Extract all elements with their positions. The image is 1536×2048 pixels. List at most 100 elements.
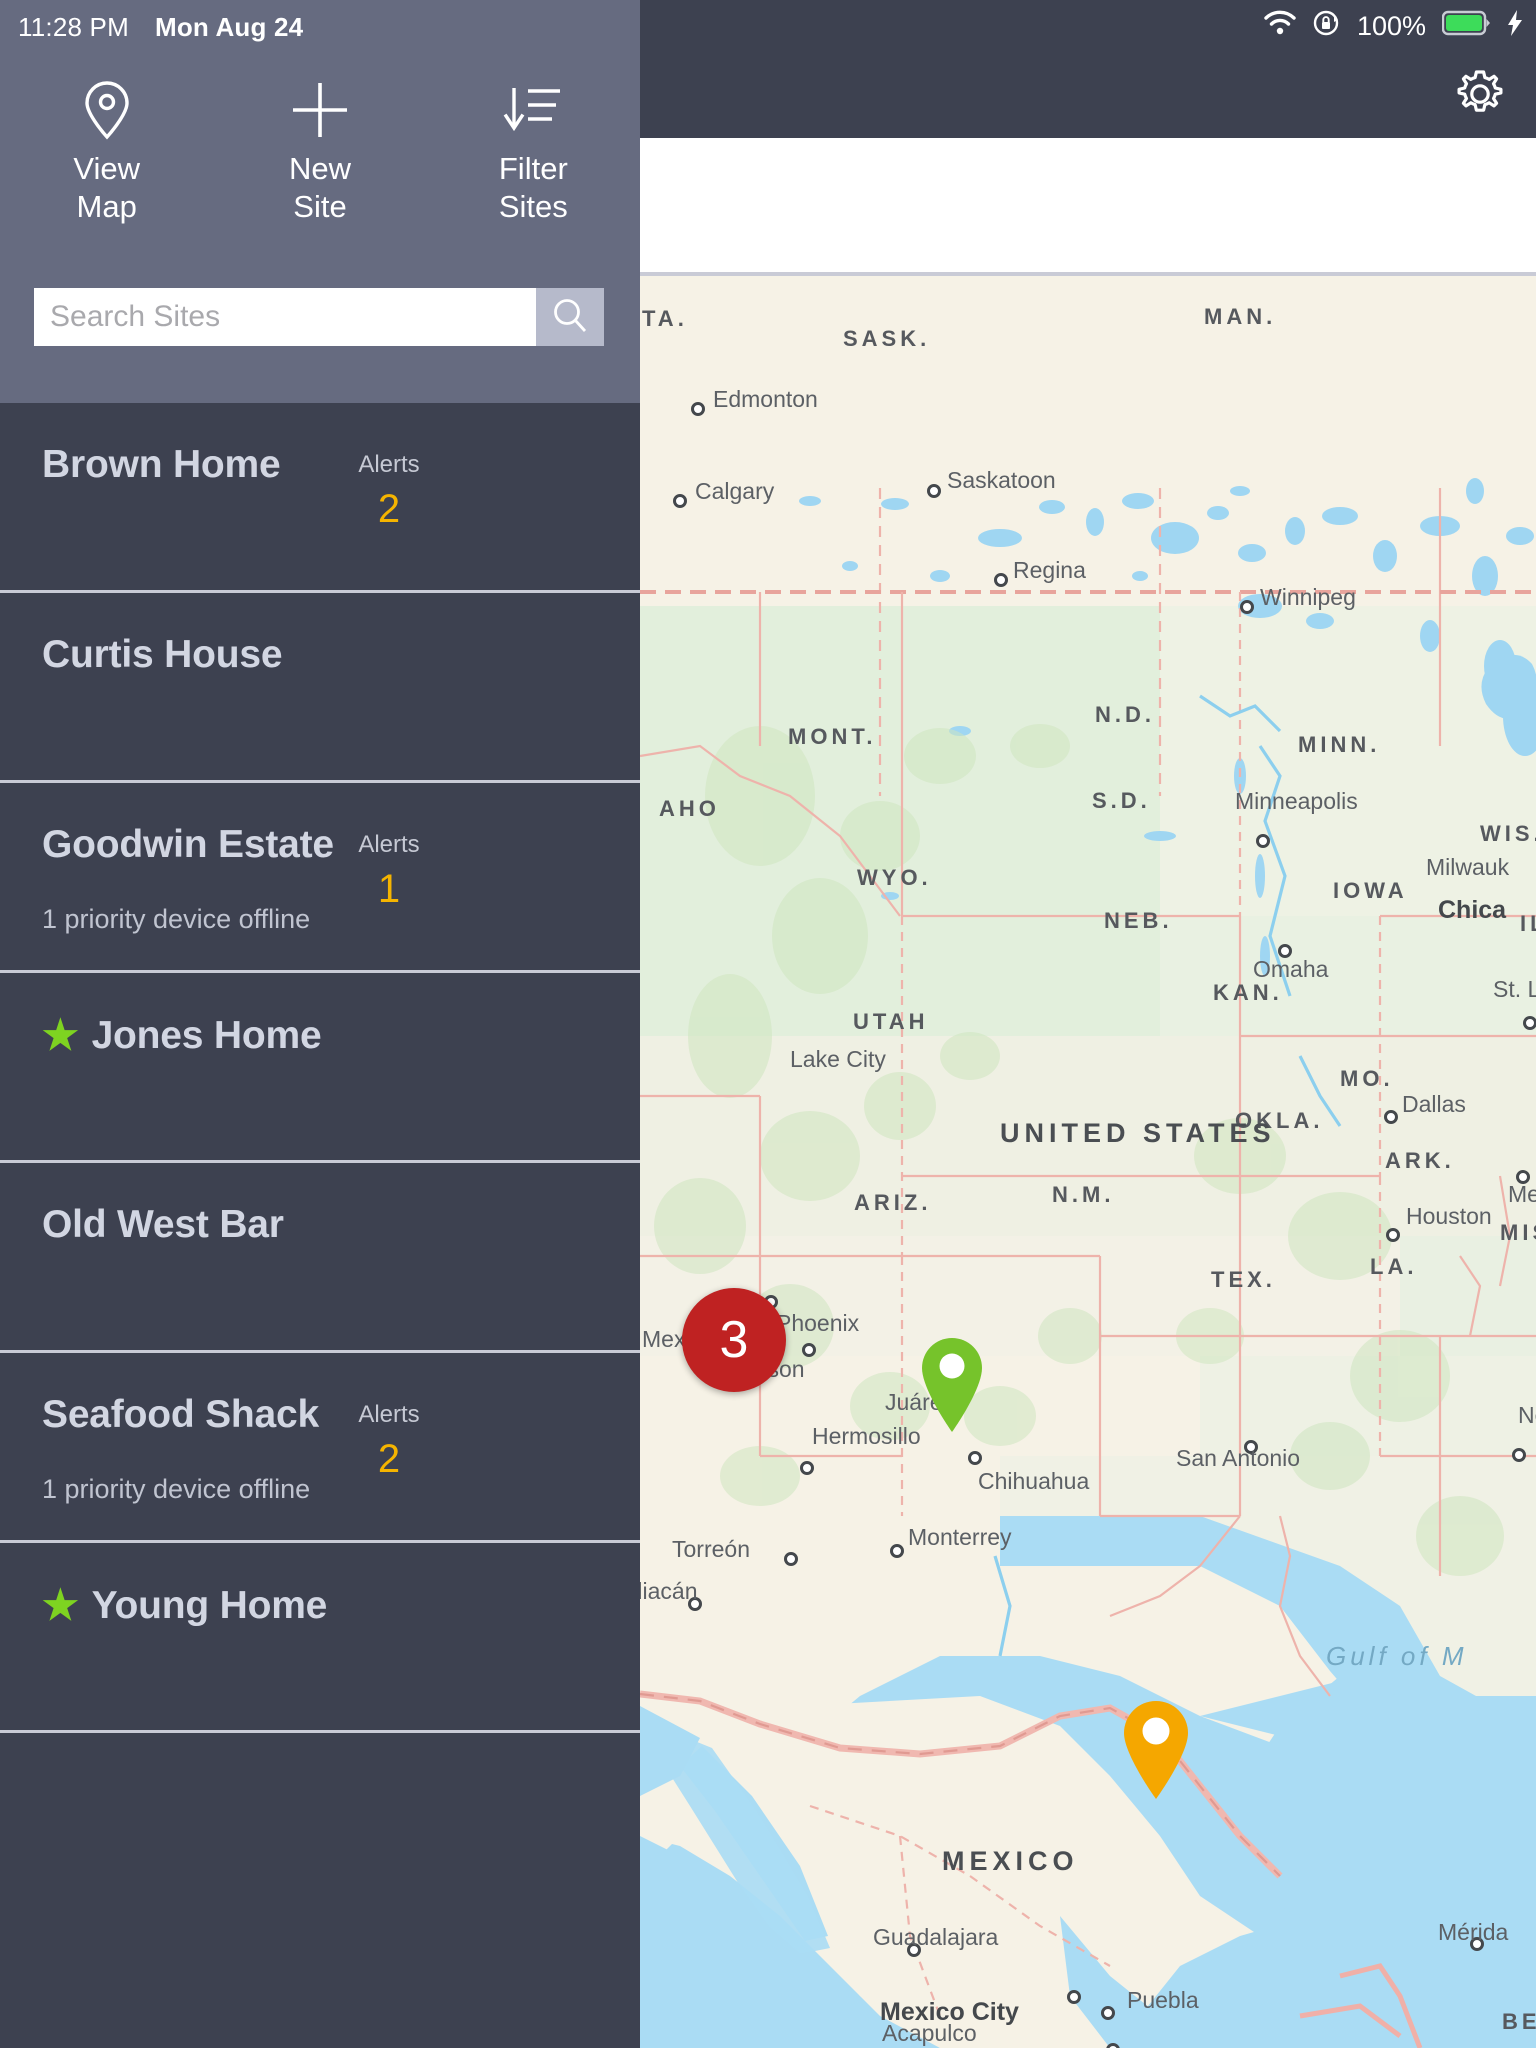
map-label-city: Milwauk (1426, 854, 1510, 880)
map-marker-cluster[interactable]: 3 (682, 1288, 786, 1392)
map-label-city: Mérida (1438, 1919, 1509, 1945)
city-dot (890, 1544, 904, 1558)
alerts-count: 2 (377, 1437, 401, 1481)
city-dot (1384, 1110, 1398, 1124)
city-dot (802, 1343, 816, 1357)
map-label-city: Chica (1438, 896, 1507, 924)
site-name: Brown Home (42, 445, 281, 484)
map-label-state: S.D. (1092, 788, 1151, 813)
wifi-icon (1263, 10, 1297, 43)
city-dot (1512, 1448, 1526, 1462)
map-label-city: Minneapolis (1235, 788, 1358, 814)
city-dot (1523, 1016, 1536, 1030)
map-label-state: AHO (659, 796, 720, 821)
app-root: 11:28 PM Mon Aug 24 View Map New Site Fi… (0, 0, 1536, 2048)
map-label-city: Omaha (1253, 956, 1329, 982)
map-label-state: NEB. (1104, 908, 1173, 933)
map-label-city: San Antonio (1176, 1445, 1301, 1471)
site-item-header: Goodwin Estate (42, 825, 598, 864)
search-input[interactable] (34, 288, 536, 346)
map-label-city: Culiacán (640, 1578, 698, 1604)
map-label-water: Gulf of M (1326, 1641, 1468, 1671)
rotation-lock-icon (1313, 9, 1341, 44)
map-label-state: MINN. (1298, 732, 1381, 757)
new-site-button[interactable]: New Site (213, 79, 426, 226)
map-label-state: ARK. (1385, 1148, 1455, 1173)
site-item-header: Brown Home (42, 445, 598, 484)
site-name: Seafood Shack (42, 1395, 319, 1434)
map-label-city: New (1518, 1402, 1536, 1428)
site-list-empty-space (0, 1733, 640, 2048)
map-label-city: Phoenix (776, 1310, 860, 1336)
map-label-city: Lake City (790, 1046, 886, 1072)
site-list-item[interactable]: ★ Jones Home (0, 973, 640, 1163)
toolbar: View Map New Site Filter Sites (0, 43, 640, 226)
sidebar: 11:28 PM Mon Aug 24 View Map New Site Fi… (0, 0, 640, 2048)
map-label-city: Guadalajara (873, 1924, 999, 1950)
view-map-button[interactable]: View Map (0, 79, 213, 226)
city-dot (673, 494, 687, 508)
search-button[interactable] (536, 288, 604, 346)
map-label-state: MONT. (788, 724, 877, 749)
gear-icon[interactable] (1452, 66, 1508, 122)
map-label-city: Acapulco (882, 2020, 977, 2046)
map-label-city: Edmonton (713, 386, 818, 412)
status-bar-right: 100% (1263, 9, 1524, 44)
map-label-country: MEXICO (942, 1846, 1079, 1876)
map-label-city: Monterrey (908, 1524, 1012, 1550)
map-label-state: SASK. (843, 326, 931, 351)
map-label-city: St. L (1493, 976, 1536, 1002)
site-status-text: 1 priority device offline (42, 1474, 311, 1504)
battery-full-icon (1441, 10, 1490, 43)
alerts-label: Alerts (358, 831, 420, 858)
alerts-count: 1 (377, 867, 401, 911)
site-item-header: Seafood Shack (42, 1395, 598, 1434)
city-dot (1386, 1228, 1400, 1242)
city-dot (691, 402, 705, 416)
search-icon (550, 296, 590, 339)
map-label-state: WIS. (1480, 821, 1536, 846)
map-label-state: TEX. (1211, 1267, 1276, 1292)
site-item-header: ★ Jones Home (42, 1015, 598, 1056)
site-name-label: Goodwin Estate (42, 823, 334, 866)
map-label-state: TA. (642, 306, 688, 331)
site-list-item[interactable]: Old West Bar (0, 1163, 640, 1353)
map-label-city: Puebla (1127, 1987, 1199, 2013)
map-label-city: Calgary (695, 478, 775, 504)
map-label-state: KAN. (1213, 980, 1283, 1005)
map-label-state: N.M. (1052, 1182, 1115, 1207)
site-list-item[interactable]: Curtis House (0, 593, 640, 783)
map-label-state: IOWA (1333, 878, 1408, 903)
top-bar: 100% (640, 0, 1536, 138)
site-name-label: Seafood Shack (42, 1393, 319, 1436)
status-date: Mon Aug 24 (154, 12, 304, 42)
map-label-city: Chihuahua (978, 1468, 1090, 1494)
favorite-star-icon: ★ (42, 1582, 79, 1628)
favorite-star-icon: ★ (42, 1012, 79, 1058)
alerts-badge: Alerts 1 (334, 831, 444, 911)
site-name: ★ Jones Home (42, 1012, 322, 1058)
site-status-text: 1 priority device offline (42, 904, 311, 934)
map-label-state: ILL. (1520, 911, 1536, 936)
map-label-state: UTAH (853, 1009, 929, 1034)
map-label-state: MAN. (1204, 304, 1277, 329)
site-name-label: Young Home (91, 1584, 328, 1627)
site-list-item[interactable]: ★ Young Home (0, 1543, 640, 1733)
site-list-item[interactable]: Seafood Shack Alerts 2 1 priority device of… (0, 1353, 640, 1543)
map-label-state: BEL (1502, 2009, 1536, 2034)
site-name-label: Jones Home (91, 1014, 322, 1057)
alerts-badge: Alerts 2 (334, 453, 444, 530)
status-bar-left: 11:28 PM Mon Aug 24 (0, 0, 640, 43)
site-list-item[interactable]: Brown Home Alerts 2 (0, 403, 640, 593)
site-list: Brown Home Alerts 2 Curtis House Goodwin Est… (0, 403, 640, 1733)
site-name-label: Old West Bar (42, 1203, 284, 1246)
map-label-state: WYO. (857, 865, 932, 890)
search-bar (34, 288, 604, 346)
filter-sites-button[interactable]: Filter Sites (427, 79, 640, 226)
battery-percent-label: 100% (1356, 11, 1426, 41)
map-label-city: Regina (1013, 557, 1086, 583)
alerts-badge: Alerts 2 (334, 1403, 444, 1481)
city-dot (994, 573, 1008, 587)
map-canvas[interactable]: TA. SASK. MAN. Edmonton Saskatoon Calgar… (640, 276, 1536, 2048)
site-list-item[interactable]: Goodwin Estate Alerts 1 1 priority device o… (0, 783, 640, 973)
